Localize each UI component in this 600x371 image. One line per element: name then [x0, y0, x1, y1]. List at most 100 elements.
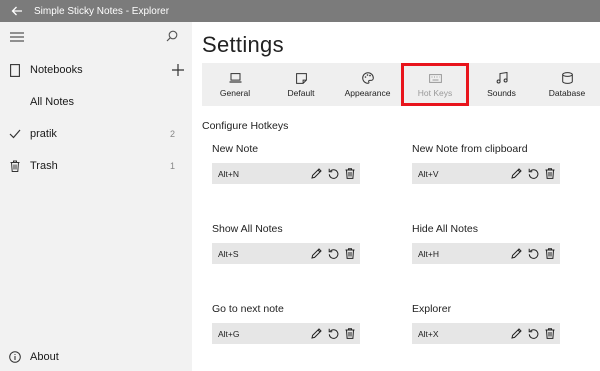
- back-button[interactable]: [0, 0, 34, 22]
- sidebar-item-all-notes[interactable]: All Notes: [0, 87, 192, 117]
- delete-hotkey-button[interactable]: [344, 168, 356, 180]
- settings-tab-bar: General Default Appearance Hot Keys Soun…: [202, 63, 600, 106]
- plus-icon: [172, 64, 184, 76]
- note-count: 1: [170, 161, 176, 171]
- undo-icon: [328, 328, 338, 339]
- search-icon: [166, 30, 178, 41]
- hotkey-setting: Show All Notes Alt+S: [212, 223, 360, 264]
- hotkey-field[interactable]: Alt+X: [412, 323, 560, 344]
- hotkey-label: New Note: [212, 143, 259, 155]
- hotkey-value: Alt+X: [418, 328, 439, 339]
- delete-hotkey-button[interactable]: [344, 328, 356, 340]
- reset-hotkey-button[interactable]: [327, 168, 339, 180]
- laptop-icon: [229, 71, 242, 85]
- sidebar-header: [0, 22, 192, 53]
- undo-icon: [528, 168, 538, 179]
- delete-hotkey-button[interactable]: [544, 248, 556, 260]
- hotkey-setting: New Note Alt+N: [212, 143, 360, 184]
- delete-hotkey-button[interactable]: [344, 248, 356, 260]
- trash-icon: [545, 248, 555, 259]
- edit-hotkey-button[interactable]: [310, 248, 322, 260]
- notebook-icon: [0, 63, 30, 77]
- undo-icon: [328, 168, 338, 179]
- reset-hotkey-button[interactable]: [527, 248, 539, 260]
- trash-icon: [0, 160, 30, 172]
- page-title: Settings: [202, 32, 284, 57]
- hotkey-label: Hide All Notes: [412, 223, 478, 235]
- pencil-icon: [310, 168, 322, 179]
- keyboard-icon: [428, 71, 442, 85]
- sidebar-item-notebooks[interactable]: Notebooks: [0, 55, 192, 85]
- edit-hotkey-button[interactable]: [510, 248, 522, 260]
- undo-icon: [528, 248, 538, 259]
- sidebar: Notebooks All Notes pratik 2 Trash 1 Abo…: [0, 22, 192, 371]
- hotkey-field[interactable]: Alt+G: [212, 323, 360, 344]
- pencil-icon: [510, 168, 522, 179]
- reset-hotkey-button[interactable]: [327, 248, 339, 260]
- edit-hotkey-button[interactable]: [310, 168, 322, 180]
- sidebar-item-label: About: [30, 351, 59, 363]
- sidebar-item-label: Trash: [30, 160, 58, 172]
- tab-default[interactable]: Default: [268, 63, 334, 106]
- edit-hotkey-button[interactable]: [510, 168, 522, 180]
- edit-hotkey-button[interactable]: [310, 328, 322, 340]
- tab-label: Sounds: [487, 88, 516, 98]
- hotkey-value: Alt+V: [418, 168, 439, 179]
- note-count: 2: [170, 129, 176, 139]
- tab-database[interactable]: Database: [534, 63, 600, 106]
- delete-hotkey-button[interactable]: [544, 168, 556, 180]
- hotkey-setting: Go to next note Alt+G: [212, 303, 360, 344]
- back-arrow-icon: [11, 6, 22, 16]
- delete-hotkey-button[interactable]: [544, 328, 556, 340]
- pencil-icon: [510, 248, 522, 259]
- hotkey-field[interactable]: Alt+S: [212, 243, 360, 264]
- hotkey-label: Go to next note: [212, 303, 284, 315]
- hotkey-field[interactable]: Alt+H: [412, 243, 560, 264]
- trash-icon: [345, 248, 355, 259]
- settings-page: Settings General Default Appearance Hot …: [192, 22, 600, 371]
- hotkey-field[interactable]: Alt+V: [412, 163, 560, 184]
- add-notebook-button[interactable]: [164, 64, 192, 76]
- tab-label: General: [219, 88, 251, 98]
- hotkey-field[interactable]: Alt+N: [212, 163, 360, 184]
- sidebar-item-trash[interactable]: Trash 1: [0, 151, 192, 181]
- undo-icon: [528, 328, 538, 339]
- hotkey-label: Explorer: [412, 303, 452, 315]
- pencil-icon: [310, 328, 322, 339]
- reset-hotkey-button[interactable]: [327, 328, 339, 340]
- note-icon: [295, 71, 307, 85]
- hotkey-setting: Hide All Notes Alt+H: [412, 223, 560, 264]
- hotkey-value: Alt+G: [218, 328, 240, 339]
- sidebar-item-label: All Notes: [30, 96, 75, 108]
- tab-sounds[interactable]: Sounds: [469, 63, 534, 106]
- hamburger-menu-button[interactable]: [10, 29, 24, 47]
- pencil-icon: [310, 248, 322, 259]
- info-icon: [0, 351, 30, 363]
- hotkey-label: Show All Notes: [212, 223, 283, 235]
- reset-hotkey-button[interactable]: [527, 168, 539, 180]
- sidebar-item-about[interactable]: About: [0, 342, 192, 371]
- trash-icon: [345, 168, 355, 179]
- sidebar-item-pratik[interactable]: pratik 2: [0, 119, 192, 149]
- tab-label: Hot Keys: [417, 88, 453, 98]
- window-title: Simple Sticky Notes - Explorer: [34, 5, 170, 17]
- hotkey-value: Alt+H: [418, 248, 440, 259]
- hotkey-setting: New Note from clipboard Alt+V: [412, 143, 560, 184]
- tab-label: Default: [287, 88, 315, 98]
- palette-icon: [361, 71, 374, 85]
- section-title: Configure Hotkeys: [202, 120, 289, 132]
- tab-hot-keys[interactable]: Hot Keys: [401, 63, 469, 106]
- hotkey-value: Alt+N: [218, 168, 240, 179]
- hamburger-icon: [10, 31, 24, 42]
- pencil-icon: [510, 328, 522, 339]
- hotkey-label: New Note from clipboard: [412, 143, 528, 155]
- search-button[interactable]: [166, 29, 178, 47]
- edit-hotkey-button[interactable]: [510, 328, 522, 340]
- reset-hotkey-button[interactable]: [527, 328, 539, 340]
- tab-label: Database: [548, 88, 586, 98]
- tab-general[interactable]: General: [202, 63, 268, 106]
- tab-appearance[interactable]: Appearance: [334, 63, 401, 106]
- trash-icon: [345, 328, 355, 339]
- title-bar: Simple Sticky Notes - Explorer: [0, 0, 600, 22]
- checkmark-icon: [0, 129, 30, 139]
